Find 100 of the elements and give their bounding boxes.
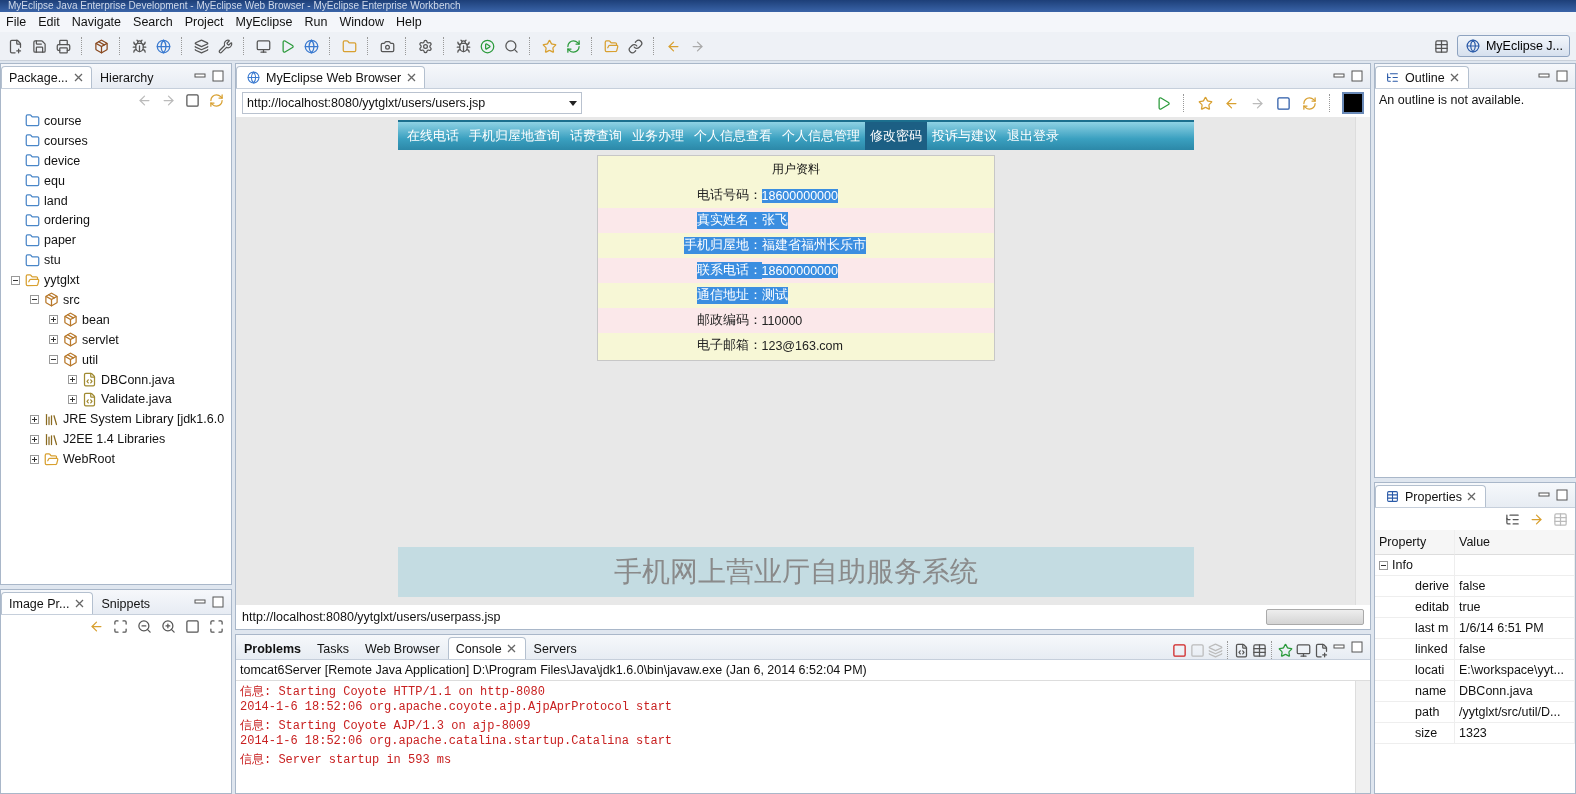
property-value: 1/6/14 6:51 PM <box>1455 618 1575 639</box>
package-icon <box>61 310 79 329</box>
expand-icon[interactable] <box>30 454 39 464</box>
expand-icon[interactable] <box>49 335 58 345</box>
run-icon[interactable] <box>478 37 496 55</box>
view-tab[interactable]: Package... <box>1 66 93 88</box>
menu-item[interactable]: Help <box>389 15 428 29</box>
menu-item[interactable]: Run <box>298 15 334 29</box>
collapse-icon[interactable] <box>49 355 58 365</box>
menu-item[interactable]: Navigate <box>65 15 128 29</box>
tree-item[interactable]: Validate.java <box>101 392 172 407</box>
star-icon[interactable] <box>1196 94 1214 112</box>
view-tab[interactable]: Outline <box>1375 66 1469 88</box>
tree-item[interactable]: land <box>44 193 68 208</box>
view-tab[interactable]: MyEclipse Web Browser <box>236 66 426 88</box>
view-tab[interactable]: Console <box>447 637 526 659</box>
refresh-icon[interactable] <box>1300 94 1318 112</box>
open-perspective-icon[interactable] <box>1432 37 1451 55</box>
property-name: editab <box>1375 597 1455 618</box>
column-header[interactable]: Property <box>1375 530 1455 555</box>
scrollbar[interactable] <box>1355 681 1370 793</box>
column-header[interactable]: Value <box>1455 530 1575 555</box>
refresh-icon[interactable] <box>564 37 582 55</box>
view-tab[interactable]: Tasks <box>308 637 357 659</box>
tree-item[interactable]: device <box>44 153 81 168</box>
view-tab[interactable]: Properties <box>1375 485 1486 507</box>
server-icon[interactable] <box>254 37 272 55</box>
maximize-icon[interactable] <box>1351 70 1363 82</box>
view-tab[interactable]: Servers <box>525 637 585 659</box>
tree-item[interactable]: ordering <box>44 213 90 228</box>
outline-message: An outline is not available. <box>1378 92 1526 109</box>
stop-icon[interactable] <box>1274 94 1292 112</box>
menu-item[interactable]: Edit <box>32 15 66 29</box>
scrollbar[interactable] <box>1355 117 1370 605</box>
tree-item[interactable]: bean <box>82 312 110 327</box>
collapse-icon[interactable] <box>30 295 39 305</box>
property-name: derive <box>1375 576 1455 597</box>
view-tab[interactable]: Image Pr... <box>1 592 94 614</box>
menu-item[interactable]: File <box>0 15 33 29</box>
expand-icon[interactable] <box>30 434 39 444</box>
bug-icon[interactable] <box>454 37 472 55</box>
tree-item[interactable]: course <box>44 113 82 128</box>
bug-icon[interactable] <box>130 37 148 55</box>
caret-icon[interactable] <box>569 100 577 106</box>
tree-item[interactable]: WebRoot <box>63 452 115 467</box>
expand-icon[interactable] <box>68 375 77 384</box>
tree-item[interactable]: util <box>82 352 98 367</box>
square-icon[interactable] <box>1342 92 1364 114</box>
print-icon[interactable] <box>54 37 72 55</box>
expand-icon[interactable] <box>30 414 39 424</box>
menu-item[interactable]: Search <box>127 15 179 29</box>
tree-item[interactable]: servlet <box>82 332 119 347</box>
perspective-button[interactable]: MyEclipse J... <box>1456 35 1570 57</box>
view-tab[interactable]: Snippets <box>93 592 159 614</box>
star-icon[interactable] <box>540 37 558 55</box>
zoom-fit-icon[interactable] <box>111 617 129 635</box>
menu-item[interactable]: Window <box>333 15 390 29</box>
fit-icon[interactable] <box>207 617 225 635</box>
folder-icon[interactable] <box>602 37 620 55</box>
tree-item[interactable]: equ <box>44 173 65 188</box>
tree-item[interactable]: yytglxt <box>44 273 80 288</box>
view-tab[interactable]: Web Browser <box>356 637 448 659</box>
save-icon[interactable] <box>30 37 48 55</box>
tree-item[interactable]: J2EE 1.4 Libraries <box>63 432 166 447</box>
maximize-icon[interactable] <box>212 596 224 608</box>
tree-item[interactable]: DBConn.java <box>101 372 175 387</box>
package-icon[interactable] <box>92 37 110 55</box>
tree-item[interactable]: JRE System Library [jdk1.6.0 <box>63 412 225 427</box>
maximize-icon[interactable] <box>1351 641 1363 653</box>
tree-item[interactable]: src <box>63 292 80 307</box>
menu-item[interactable]: MyEclipse <box>229 15 299 29</box>
globe-icon[interactable] <box>302 37 320 55</box>
folder-icon[interactable] <box>340 37 358 55</box>
maximize-icon[interactable] <box>1556 70 1568 82</box>
tree-item[interactable]: paper <box>44 233 76 248</box>
zoom-in-icon[interactable] <box>159 617 177 635</box>
nav-link[interactable]: 修改密码 <box>864 122 927 150</box>
search-icon[interactable] <box>502 37 520 55</box>
maximize-icon[interactable] <box>212 70 224 82</box>
field-value: 18600000000 <box>761 188 838 203</box>
layers-icon[interactable] <box>192 37 210 55</box>
collapse-icon[interactable] <box>11 275 20 285</box>
wrench-icon[interactable] <box>216 37 234 55</box>
expand-icon[interactable] <box>49 315 58 325</box>
display-icon[interactable] <box>1294 641 1312 659</box>
collapse-icon[interactable] <box>1379 560 1388 570</box>
url-field[interactable]: http://localhost:8080/yytglxt/users/users.jsp <box>242 92 582 114</box>
property-name: last m <box>1375 618 1455 639</box>
menu-item[interactable]: Project <box>178 15 230 29</box>
expand-icon[interactable] <box>68 394 77 404</box>
view-tab[interactable]: Problems <box>236 637 309 659</box>
window-title: MyEclipse Java Enterprise Development - MyEclipse Web Browser - MyEclipse Enterprise Workbench <box>0 0 1576 12</box>
tree-item[interactable]: courses <box>44 133 88 148</box>
view-tab[interactable]: Hierarchy <box>92 66 162 88</box>
maximize-icon[interactable] <box>1556 489 1568 501</box>
stop-icon[interactable] <box>1170 641 1188 659</box>
globe-icon[interactable] <box>154 37 172 55</box>
zoom-out-icon[interactable] <box>135 617 153 635</box>
settings-icon[interactable] <box>416 37 434 55</box>
tree-item[interactable]: stu <box>44 253 61 268</box>
